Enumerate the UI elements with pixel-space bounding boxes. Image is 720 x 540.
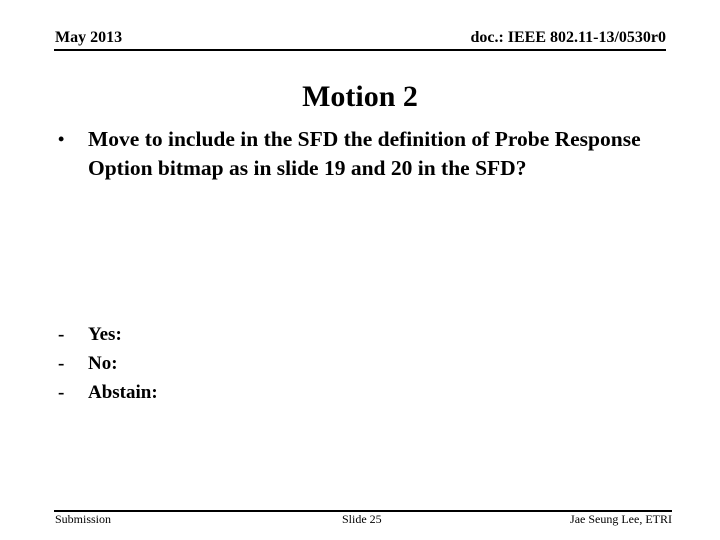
vote-option-label: No: bbox=[88, 353, 118, 374]
footer-slide-number: Slide 25 bbox=[342, 512, 382, 526]
footer-author: Jae Seung Lee, ETRI bbox=[570, 512, 672, 526]
vote-option-no: - No: bbox=[58, 349, 158, 378]
slide-body: • Move to include in the SFD the definit… bbox=[58, 125, 658, 183]
dash-icon: - bbox=[58, 353, 65, 374]
vote-option-label: Abstain: bbox=[88, 382, 158, 403]
dash-icon: - bbox=[58, 324, 65, 345]
bullet-text: Move to include in the SFD the definitio… bbox=[88, 127, 641, 180]
vote-options-list: - Yes: - No: - Abstain: bbox=[58, 320, 158, 407]
bullet-icon: • bbox=[58, 129, 65, 149]
dash-icon: - bbox=[58, 382, 65, 403]
bullet-item: • Move to include in the SFD the definit… bbox=[58, 125, 658, 183]
vote-option-abstain: - Abstain: bbox=[58, 378, 158, 407]
slide-title: Motion 2 bbox=[302, 80, 418, 113]
header-doc-id: doc.: IEEE 802.11-13/0530r0 bbox=[470, 29, 666, 46]
vote-option-yes: - Yes: bbox=[58, 320, 158, 349]
header-date: May 2013 bbox=[55, 29, 123, 46]
vote-option-label: Yes: bbox=[88, 324, 122, 345]
footer-submission: Submission bbox=[55, 512, 112, 526]
header-divider bbox=[54, 49, 666, 51]
